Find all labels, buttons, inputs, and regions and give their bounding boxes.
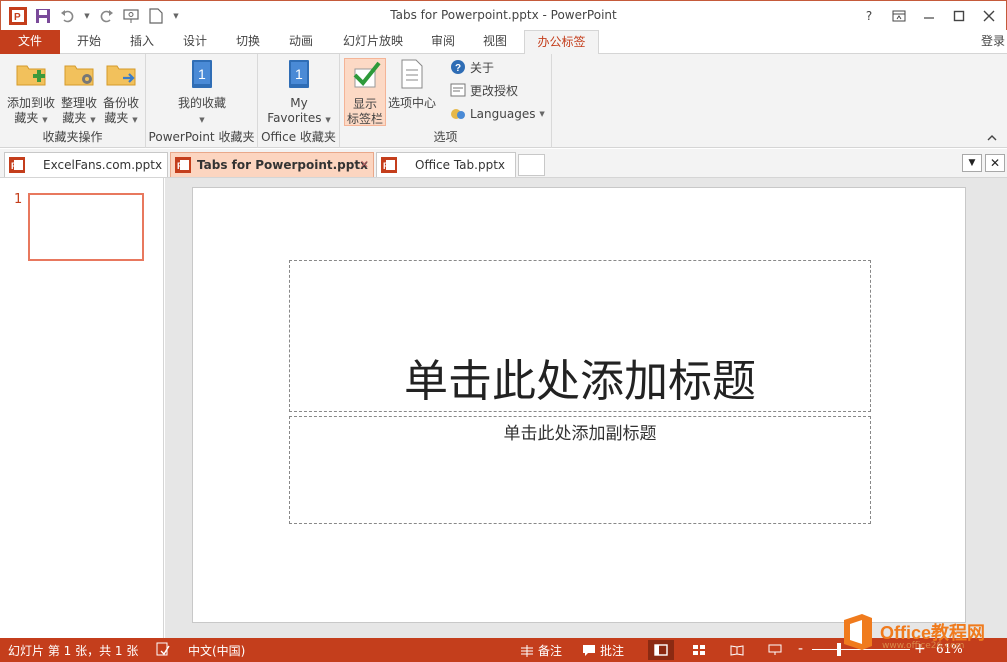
comment-icon	[583, 644, 595, 656]
group-label: 收藏夹操作	[42, 130, 103, 144]
comments-button[interactable]: 批注	[582, 642, 624, 659]
subtitle-placeholder[interactable]: 单击此处添加副标题	[289, 416, 871, 524]
watermark: Office教程网 www.office26.com	[840, 608, 1005, 656]
chevron-down-icon: ▼	[42, 116, 48, 124]
tab-file[interactable]: 文件	[0, 30, 60, 54]
sign-in-link[interactable]: 登录	[981, 30, 1005, 52]
new-tab-button[interactable]	[518, 154, 545, 176]
language-indicator[interactable]: 中文(中国)	[188, 642, 245, 659]
notes-icon	[521, 644, 533, 657]
doc-tab-office-tab[interactable]: P Office Tab.pptx	[376, 152, 516, 177]
chevron-down-icon: ▼	[132, 116, 138, 124]
tab-transitions[interactable]: 切换	[223, 30, 273, 54]
vertical-scrollbar[interactable]	[993, 178, 1007, 638]
close-all-tabs-icon[interactable]: ✕	[985, 154, 1005, 172]
show-tab-bar-button[interactable]: 显示 标签栏	[344, 58, 386, 126]
ribbon-display-options-icon[interactable]	[884, 5, 914, 27]
tab-office-tab[interactable]: 办公标签	[524, 30, 599, 55]
pptx-file-icon: P	[175, 157, 191, 173]
add-to-favorites-button[interactable]: 添加到收 藏夹 ▼	[4, 58, 58, 128]
svg-text:1: 1	[295, 66, 303, 82]
tab-insert[interactable]: 插入	[117, 30, 167, 54]
help-circle-icon: ?	[451, 60, 465, 74]
slide-sorter-view-icon[interactable]	[686, 640, 712, 660]
languages-icon	[451, 109, 465, 119]
folder-settings-icon	[64, 65, 94, 86]
svg-text:P: P	[11, 161, 17, 171]
slide-canvas[interactable]: 单击此处添加标题 单击此处添加副标题	[192, 187, 966, 623]
subtitle-placeholder-text: 单击此处添加副标题	[503, 424, 657, 444]
favorites-book-icon: 1	[192, 60, 212, 88]
chevron-down-icon: ▼	[90, 116, 96, 124]
svg-text:P: P	[383, 161, 389, 171]
tab-review[interactable]: 审阅	[418, 30, 468, 54]
document-list-icon	[401, 59, 423, 89]
about-button[interactable]: ? 关于	[450, 56, 494, 78]
maximize-icon[interactable]	[944, 5, 974, 27]
reading-view-icon[interactable]	[724, 640, 750, 660]
folder-backup-icon	[106, 65, 136, 86]
svg-text:P: P	[177, 161, 183, 171]
pptx-file-icon: P	[381, 157, 397, 173]
watermark-url: www.office26.com	[882, 641, 965, 651]
tab-animations[interactable]: 动画	[276, 30, 326, 54]
title-placeholder-text: 单击此处添加标题	[404, 356, 756, 407]
group-label: Office 收藏夹	[261, 130, 336, 144]
tab-list-dropdown-icon[interactable]: ▼	[962, 154, 982, 172]
spell-check-icon[interactable]	[156, 642, 174, 656]
change-license-button[interactable]: 更改授权	[450, 79, 518, 101]
license-icon	[450, 83, 466, 97]
tab-design[interactable]: 设计	[170, 30, 220, 54]
pptx-file-icon: P	[9, 157, 25, 173]
help-button[interactable]: ?	[854, 5, 884, 27]
favorites-book-icon: 1	[289, 60, 309, 88]
backup-favorites-button[interactable]: 备份收 藏夹 ▼	[100, 58, 142, 128]
chevron-down-icon: ▼	[539, 110, 545, 118]
slide-thumbnail[interactable]	[28, 193, 144, 261]
my-favorites-button[interactable]: 1 My Favorites ▼	[266, 58, 332, 128]
tab-slideshow[interactable]: 幻灯片放映	[334, 30, 412, 54]
group-label: 选项	[433, 130, 458, 144]
notes-button[interactable]: 备注	[520, 642, 562, 659]
ribbon: 添加到收 藏夹 ▼ 整理收 藏夹 ▼ 备份收 藏夹 ▼ 收藏夹操作 1 我的收藏…	[0, 54, 1007, 148]
title-placeholder[interactable]: 单击此处添加标题	[289, 260, 871, 412]
options-center-button[interactable]: 选项中心	[386, 58, 438, 111]
chevron-down-icon: ▼	[325, 116, 331, 124]
folder-add-icon	[16, 65, 46, 86]
tab-view[interactable]: 视图	[470, 30, 520, 54]
my-favorites-cn-button[interactable]: 1 我的收藏 ▼	[170, 58, 234, 128]
tab-home[interactable]: 开始	[64, 30, 114, 54]
group-label: PowerPoint 收藏夹	[148, 130, 255, 144]
normal-view-icon[interactable]	[648, 640, 674, 660]
minimize-icon[interactable]	[914, 5, 944, 27]
svg-text:1: 1	[198, 66, 206, 82]
close-icon[interactable]	[974, 5, 1004, 27]
doc-tab-excelfans[interactable]: P ExcelFans.com.pptx	[4, 152, 168, 177]
document-tab-bar: P ExcelFans.com.pptx P Tabs for Powerpoi…	[0, 149, 1007, 178]
group-favorites-operations: 添加到收 藏夹 ▼ 整理收 藏夹 ▼ 备份收 藏夹 ▼ 收藏夹操作	[0, 54, 146, 148]
zoom-out-button[interactable]: -	[798, 641, 803, 657]
organize-favorites-button[interactable]: 整理收 藏夹 ▼	[58, 58, 100, 128]
slideshow-view-icon[interactable]	[762, 640, 788, 660]
group-office-favorites: 1 My Favorites ▼ Office 收藏夹	[258, 54, 340, 148]
checkmark-icon	[353, 61, 381, 88]
group-powerpoint-favorites: 1 我的收藏 ▼ PowerPoint 收藏夹	[146, 54, 258, 148]
collapse-ribbon-icon[interactable]	[987, 132, 997, 145]
languages-dropdown[interactable]: Languages ▼	[450, 103, 545, 125]
chevron-down-icon: ▼	[199, 116, 205, 124]
title-bar: P ▼ ▼ Tabs for Powerpoint.pptx - PowerPo…	[0, 0, 1007, 30]
doc-tab-tabs-for-powerpoint[interactable]: P Tabs for Powerpoint.pptx ✕	[170, 152, 374, 177]
slide-thumbnail-pane: 1	[0, 178, 164, 638]
slide-editor: 单击此处添加标题 单击此处添加副标题	[165, 178, 1007, 638]
svg-text:?: ?	[455, 63, 461, 74]
close-tab-icon[interactable]: ✕	[360, 158, 369, 171]
office-logo-icon	[844, 614, 872, 650]
slide-number: 1	[14, 192, 23, 207]
group-options: 显示 标签栏 选项中心 ? 关于 更改授权 Languages ▼ 选项	[340, 54, 552, 148]
window-controls: ?	[854, 5, 1004, 27]
ribbon-tab-bar: 文件 开始 插入 设计 切换 动画 幻灯片放映 审阅 视图 办公标签 登录	[0, 30, 1007, 55]
slide-count: 幻灯片 第 1 张，共 1 张	[8, 644, 139, 658]
